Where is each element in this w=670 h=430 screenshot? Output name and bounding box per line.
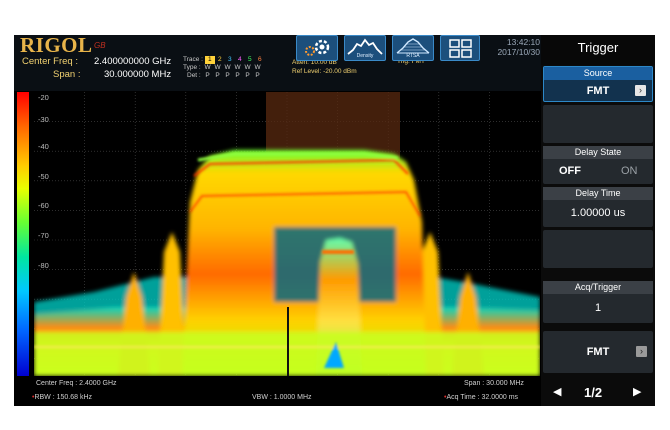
acq-trigger-softkey[interactable]: Acq/Trigger 1 [543,281,653,323]
source-label: Source [544,67,652,80]
trace-label: Trace : [183,56,203,63]
det-5: P [245,72,250,79]
trace-5[interactable]: 5 [245,56,255,64]
type-2: W [214,64,221,71]
acq-trigger-label: Acq/Trigger [543,281,653,294]
layout-mode-button[interactable] [440,35,480,61]
footer-span[interactable]: Span : 30.000 MHz [464,380,524,387]
footer-rbw-text: RBW : 150.68 kHz [34,394,93,401]
logo-suffix: GB [94,41,106,50]
det-1: P [205,72,210,79]
type-3: W [224,64,231,71]
type-1: W [204,64,211,71]
y-tick: -60 [38,201,49,210]
delay-state-toggle[interactable]: OFF ON [543,159,653,183]
empty-softkey-2[interactable] [543,230,653,268]
density-mode-button[interactable]: Density [344,35,386,61]
status-header: RIGOL GB Center Freq : 2.400000000 GHz S… [14,35,541,91]
footer-rbw[interactable]: •RBW : 150.68 kHz [32,394,92,401]
det-6: P [255,72,260,79]
rtsa-label: RTSA [406,53,420,59]
rigol-logo: RIGOL [20,35,93,57]
time-text: 13:42:10 [506,37,540,47]
delay-on-option[interactable]: ON [621,165,638,177]
center-freq-label: Center Freq : [22,56,78,67]
y-tick: -40 [38,142,49,151]
delay-state-label: Delay State [543,146,653,159]
footer-acq-time[interactable]: •Acq Time : 32.0000 ms [444,394,518,401]
delay-time-value: 1.00000 us [570,207,626,219]
layout-grid-icon [449,39,472,58]
footer-vbw[interactable]: VBW : 1.0000 MHz [252,394,312,401]
delay-state-softkey[interactable]: Delay State OFF ON [543,146,653,184]
analyzer-screen: RIGOL GB Center Freq : 2.400000000 GHz S… [14,35,655,406]
trace-3[interactable]: 3 [225,56,235,64]
source-softkey[interactable]: Source FMT › [543,66,653,102]
ref-level-text: Ref Level: -20.00 dBm [292,68,357,75]
spectrum-canvas [34,92,540,376]
y-tick: -20 [38,93,49,102]
y-tick: -30 [38,115,49,124]
trace-4[interactable]: 4 [235,56,245,64]
footer-center-freq[interactable]: Center Freq : 2.4000 GHz [36,380,117,387]
rtsa-mode-button[interactable]: RTSA [392,35,434,61]
density-spectrum-plot[interactable] [34,92,540,376]
det-2: P [215,72,220,79]
softkey-panel: Trigger Source FMT › Delay State OFF ON … [541,35,655,406]
type-5: W [244,64,251,71]
density-colorbar [17,92,29,376]
density-label: Density [356,53,374,59]
footer-acq-time-text: Acq Time : 32.0000 ms [446,394,519,401]
page-indicator: 1/2 [584,385,603,400]
type-label: Type : [183,64,201,71]
det-3: P [225,72,230,79]
center-freq-value[interactable]: 2.400000000 GHz [94,56,171,67]
next-page-icon[interactable]: ▶ [633,385,641,398]
type-4: W [234,64,241,71]
y-tick: -70 [38,231,49,240]
det-label: Det : [187,72,201,79]
fmt-softkey[interactable]: FMT › [543,331,653,373]
delay-off-option[interactable]: OFF [559,165,581,177]
y-tick: -50 [38,172,49,181]
type-6: W [254,64,261,71]
fmt-submenu-arrow-icon: › [636,346,647,357]
delay-time-softkey[interactable]: Delay Time 1.00000 us [543,187,653,227]
span-value[interactable]: 30.000000 MHz [104,69,171,80]
gear-icon [305,39,330,56]
page-navigator: ◀ 1/2 ▶ [541,380,655,406]
datetime: 13:42:10 2017/10/30 [484,37,540,57]
empty-softkey-1[interactable] [543,105,653,143]
span-label: Span : [53,69,81,80]
submenu-arrow-icon: › [635,85,646,96]
trace-info[interactable]: Trace : 123456 Type : WWWWWW Det : PPPPP… [183,56,265,80]
date-text: 2017/10/30 [497,47,540,57]
trace-6[interactable]: 6 [255,56,265,64]
panel-title: Trigger [541,35,655,65]
prev-page-icon[interactable]: ◀ [553,385,561,398]
delay-time-label: Delay Time [543,187,653,200]
settings-mode-button[interactable] [296,35,338,61]
acq-trigger-value: 1 [594,302,602,314]
trace-2[interactable]: 2 [215,56,225,64]
trace-1[interactable]: 1 [204,56,215,64]
y-tick: -80 [38,261,49,270]
det-4: P [235,72,240,79]
